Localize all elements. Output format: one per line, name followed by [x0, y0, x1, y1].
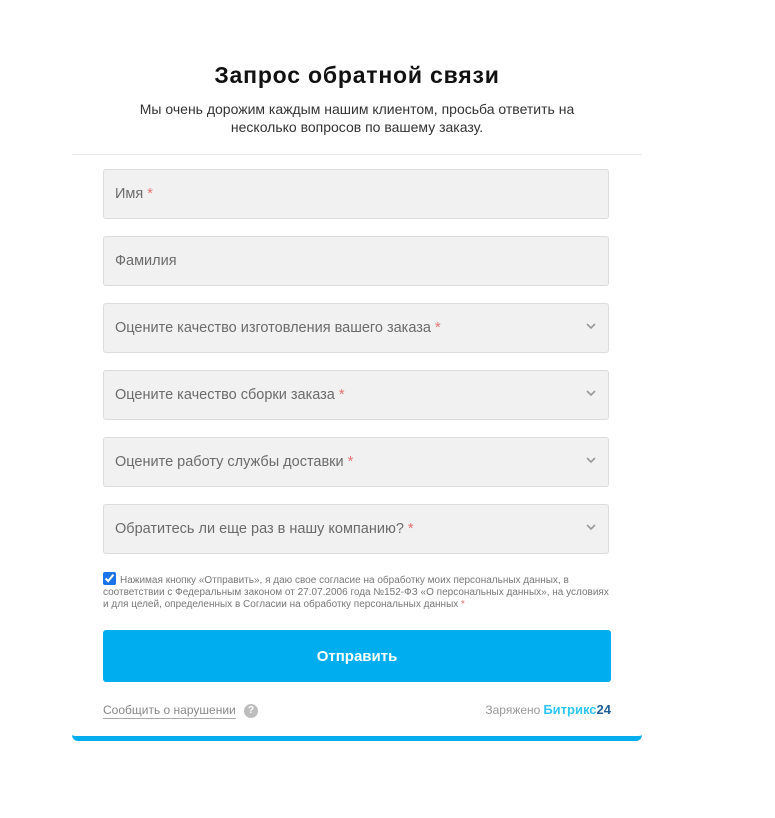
- feedback-form: Запрос обратной связи Мы очень дорожим к…: [72, 0, 642, 741]
- bitrix24-logo: Битрикс24: [543, 702, 611, 717]
- required-mark: *: [147, 186, 153, 202]
- required-mark: *: [338, 387, 345, 403]
- return-again-select[interactable]: Обратитесь ли еще раз в нашу компанию? *: [103, 504, 609, 554]
- first-name-field[interactable]: Имя *: [103, 169, 609, 219]
- last-name-placeholder: Фамилия: [115, 253, 177, 269]
- last-name-field[interactable]: Фамилия: [103, 236, 609, 286]
- return-again-placeholder: Обратитесь ли еще раз в нашу компанию?: [115, 521, 404, 537]
- header-divider: [72, 154, 642, 155]
- help-icon[interactable]: ?: [244, 704, 258, 718]
- required-mark: *: [461, 599, 465, 610]
- chevron-down-icon: [586, 388, 596, 398]
- consent-text: Нажимая кнопку «Отправить», я даю свое с…: [103, 575, 609, 610]
- powered-by[interactable]: Заряжено Битрикс24: [485, 702, 611, 717]
- submit-button[interactable]: Отправить: [103, 630, 611, 682]
- quality-manufacturing-placeholder: Оцените качество изготовления вашего зак…: [115, 320, 431, 336]
- consent-checkbox[interactable]: [103, 572, 116, 585]
- required-mark: *: [407, 521, 414, 537]
- form-title: Запрос обратной связи: [214, 62, 500, 88]
- form-subtitle: Мы очень дорожим каждым нашим клиентом, …: [139, 101, 575, 135]
- quality-assembly-select[interactable]: Оцените качество сборки заказа *: [103, 370, 609, 420]
- powered-label: Заряжено: [485, 703, 541, 717]
- form-header: Запрос обратной связи Мы очень дорожим к…: [72, 0, 642, 136]
- first-name-placeholder: Имя: [115, 186, 144, 202]
- brand-number: 24: [596, 702, 611, 717]
- chevron-down-icon: [586, 455, 596, 465]
- brand-name: Битрикс: [543, 702, 597, 717]
- delivery-service-placeholder: Оцените работу службы доставки: [115, 454, 344, 470]
- delivery-service-select[interactable]: Оцените работу службы доставки *: [103, 437, 609, 487]
- chevron-down-icon: [586, 321, 596, 331]
- form-footer: Сообщить о нарушении ? Заряжено Битрикс24: [103, 702, 611, 720]
- quality-assembly-placeholder: Оцените качество сборки заказа: [115, 387, 335, 403]
- quality-manufacturing-select[interactable]: Оцените качество изготовления вашего зак…: [103, 303, 609, 353]
- required-mark: *: [347, 454, 354, 470]
- consent-block: Нажимая кнопку «Отправить», я даю свое с…: [103, 572, 609, 611]
- required-mark: *: [434, 320, 441, 336]
- chevron-down-icon: [586, 522, 596, 532]
- report-violation-link[interactable]: Сообщить о нарушении: [103, 703, 236, 719]
